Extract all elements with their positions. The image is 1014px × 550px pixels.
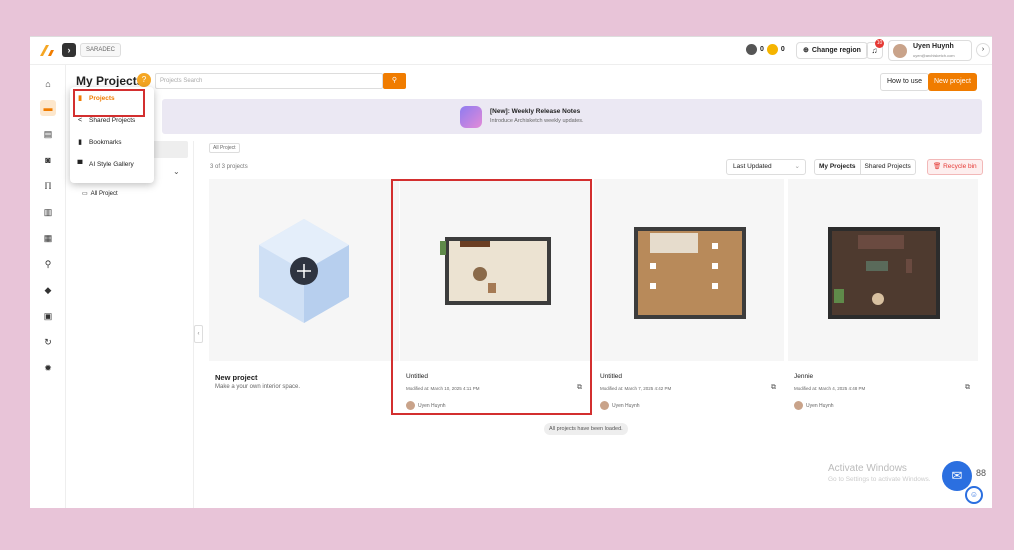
owner-name: Uyen Huynh — [612, 402, 640, 409]
highlight-project-card — [391, 179, 592, 415]
new-project-thumbnail — [209, 179, 399, 361]
menu-item-bookmarks[interactable]: ▮ Bookmarks — [76, 136, 122, 150]
app-window: › SARADEC 0 0 ⊕ Change region ♫ 10 Uyen … — [30, 36, 992, 508]
tab-my-projects[interactable]: My Projects — [815, 160, 860, 174]
map-pin-icon[interactable]: ⚲ — [40, 256, 56, 272]
activate-windows-subtitle: Go to Settings to activate Windows. — [828, 476, 931, 483]
project-card[interactable]: Jennie Modified at: March 4, 2025 4:48 P… — [788, 179, 978, 415]
avatar — [893, 44, 907, 58]
card-owner: Uyen Huynh — [794, 401, 834, 410]
card-subtitle: Make a your own interior space. — [215, 384, 301, 390]
bookmark-icon: ▮ — [78, 139, 82, 146]
menu-item-ai-style-gallery[interactable]: ▀ AI Style Gallery — [76, 158, 134, 172]
floor-plan-image — [828, 227, 940, 319]
top-bar: › SARADEC 0 0 ⊕ Change region ♫ 10 Uyen … — [30, 37, 992, 65]
how-to-use-button[interactable]: How to use — [880, 73, 930, 91]
new-project-button[interactable]: New project — [928, 73, 977, 91]
highlight-projects-menu — [73, 89, 145, 117]
copy-icon[interactable]: ⧉ — [965, 384, 970, 392]
avatar — [600, 401, 609, 410]
folder-tree-all-project[interactable]: ▭ All Project — [82, 190, 118, 198]
user-name: Uyen Huynh — [913, 43, 954, 50]
cube-illustration — [259, 219, 349, 323]
sort-select[interactable]: Last Updated ⌄ — [726, 159, 806, 175]
card-title: New project — [215, 373, 258, 382]
user-menu[interactable]: Uyen Huynh uyen@archisketch.com — [888, 40, 972, 61]
coin-icon — [766, 44, 778, 55]
card-title: Untitled — [600, 373, 623, 380]
sofa-icon[interactable]: ▥ — [40, 204, 56, 220]
credits-a-value: 0 — [760, 46, 764, 53]
release-notes-icon — [460, 106, 482, 128]
tab-shared-projects[interactable]: Shared Projects — [859, 160, 915, 174]
avatar — [794, 401, 803, 410]
notification-badge: 10 — [875, 39, 884, 48]
menu-item-label: Bookmarks — [89, 139, 122, 146]
chat-icon[interactable]: ✉ — [942, 461, 972, 491]
sort-value: Last Updated — [733, 163, 772, 170]
project-scope-toggle: My Projects Shared Projects — [814, 159, 916, 175]
box-icon[interactable]: ◆ — [40, 282, 56, 298]
grid-icon[interactable]: 88 — [976, 468, 986, 478]
card-title: Jennie — [794, 373, 814, 380]
settings-icon[interactable]: ✹ — [40, 360, 56, 376]
project-card[interactable]: Untitled Modified at: March 7, 2025 4:42… — [594, 179, 784, 415]
search-input[interactable]: Projects Search — [155, 73, 383, 89]
left-rail: ⌂ ▬ ▤ ◙ ℿ ▥ ▦ ⚲ ◆ ▣ ↻ ✹ — [30, 65, 66, 508]
project-thumbnail — [788, 179, 978, 361]
trash-icon: 🗑︎ — [933, 163, 942, 170]
gallery-icon: ▀ — [77, 161, 83, 168]
expand-sidebar-button[interactable]: › — [62, 43, 76, 57]
change-region-button[interactable]: ⊕ Change region — [796, 42, 868, 59]
globe-icon: ⊕ — [803, 47, 809, 54]
help-icon[interactable]: ? — [137, 73, 151, 87]
bot-icon[interactable]: ☺ — [965, 486, 983, 504]
page-title[interactable]: My Projects — [76, 74, 143, 88]
recycle-bin-button[interactable]: 🗑︎ Recycle bin — [927, 159, 983, 175]
folder-outline-icon: ▭ — [82, 191, 88, 197]
book-icon[interactable]: ▣ — [40, 308, 56, 324]
card-modified: Modified at: March 7, 2025 4:42 PM — [600, 386, 672, 391]
team-chip[interactable]: SARADEC — [80, 43, 122, 57]
home-icon[interactable]: ⌂ — [40, 76, 56, 92]
folder-label: All Project — [90, 190, 118, 197]
archisketch-logo[interactable] — [38, 43, 56, 57]
folder-icon[interactable]: ▬ — [40, 100, 56, 116]
project-count: 3 of 3 projects — [210, 164, 248, 170]
camera-icon[interactable]: ◙ — [40, 152, 56, 168]
menu-item-label: AI Style Gallery — [89, 161, 134, 168]
card-owner: Uyen Huynh — [600, 401, 640, 410]
credits-b-value: 0 — [780, 46, 785, 53]
refresh-icon[interactable]: ↻ — [40, 334, 56, 350]
chevron-right-icon[interactable]: › — [976, 43, 990, 57]
breadcrumb[interactable]: All Project — [209, 143, 240, 153]
project-thumbnail — [594, 179, 784, 361]
collapse-panel-button[interactable]: ‹ — [194, 325, 203, 343]
activate-windows-title: Activate Windows — [828, 463, 907, 474]
chevron-down-icon: ⌄ — [794, 163, 800, 170]
banner-subtitle: Introduce Archisketch weekly updates. — [490, 118, 584, 124]
all-loaded-message: All projects have been loaded. — [544, 423, 628, 435]
credit-icon — [746, 44, 757, 55]
chair-icon[interactable]: ℿ — [40, 178, 56, 194]
owner-name: Uyen Huynh — [806, 402, 834, 409]
change-region-label: Change region — [811, 47, 861, 54]
card-modified: Modified at: March 4, 2025 4:48 PM — [794, 386, 866, 391]
new-project-card[interactable]: New project Make a your own interior spa… — [209, 179, 399, 415]
banner-title: [New]: Weekly Release Notes — [490, 108, 581, 115]
recycle-bin-label: Recycle bin — [943, 163, 977, 170]
floor-plan-image — [634, 227, 746, 319]
chevron-down-icon[interactable]: ⌄ — [173, 167, 180, 176]
copy-icon[interactable]: ⧉ — [771, 384, 776, 392]
release-notes-banner[interactable]: [New]: Weekly Release Notes Introduce Ar… — [162, 99, 982, 134]
credits: 0 0 — [746, 44, 785, 55]
user-email: uyen@archisketch.com — [913, 53, 955, 58]
image-icon[interactable]: ▤ — [40, 126, 56, 142]
calendar-icon[interactable]: ▦ — [40, 230, 56, 246]
search-button[interactable]: ⚲ — [383, 73, 406, 89]
